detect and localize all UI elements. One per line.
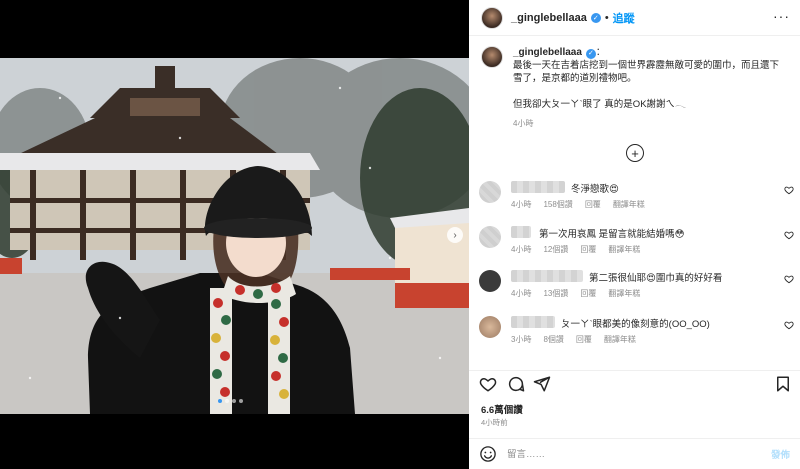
avatar[interactable] <box>481 6 503 29</box>
post-modal: › _ginglebellaaa ✓ • 追蹤 ··· _ginglebella… <box>0 0 800 469</box>
comment-likes[interactable]: 8個讚 <box>543 334 563 345</box>
carousel-dot <box>239 399 243 403</box>
heart-icon[interactable] <box>479 375 497 393</box>
reply-button[interactable]: 回覆 <box>576 334 592 345</box>
comment-text: 第二張很仙耶😍圍巾真的好好看 <box>589 273 723 284</box>
comment-avatar[interactable] <box>479 226 501 248</box>
comment-text: 冬淨戀歌😍 <box>571 184 619 195</box>
comment-avatar[interactable] <box>479 270 501 292</box>
caption-line: 雪了，是京都的道別禮物吧。 <box>513 73 637 84</box>
comment-text: 第一次用哀鳳 是留言就能結婚嗎😳 <box>539 229 685 240</box>
likes-count[interactable]: 6.6萬個讚 <box>481 402 523 416</box>
share-icon[interactable] <box>533 375 551 393</box>
plus-icon: + <box>631 145 639 161</box>
comment-username-redacted[interactable] <box>511 181 565 193</box>
comment-input[interactable] <box>507 448 771 460</box>
reply-button[interactable]: 回覆 <box>580 244 596 255</box>
reply-button[interactable]: 回覆 <box>585 199 601 210</box>
comment-text: ㄆ一ㄚˋ眼都美的像刻意的(OO_OO) <box>561 319 710 330</box>
comment-meta: 4小時 13個讚 回覆 翻譯年糕 <box>511 288 640 299</box>
comment-avatar[interactable] <box>479 316 501 338</box>
carousel-dot <box>225 399 229 403</box>
translate-button[interactable]: 翻譯年糕 <box>608 244 640 255</box>
comment-time: 4小時 <box>511 245 532 254</box>
translate-button[interactable]: 翻譯年糕 <box>613 199 645 210</box>
comment-meta: 4小時 158個讚 回覆 翻譯年糕 <box>511 199 645 210</box>
avatar[interactable] <box>481 46 503 68</box>
comment-likes[interactable]: 158個讚 <box>543 199 572 210</box>
comment-time: 3小時 <box>511 335 532 344</box>
reply-button[interactable]: 回覆 <box>580 288 596 299</box>
heart-icon[interactable] <box>784 185 794 195</box>
caption-colon: ： <box>595 47 606 58</box>
photo-illustration <box>0 58 469 414</box>
follow-button[interactable]: 追蹤 <box>613 10 635 26</box>
translate-button[interactable]: 翻譯年糕 <box>608 288 640 299</box>
comment-time: 4小時 <box>511 289 532 298</box>
heart-icon[interactable] <box>784 230 794 240</box>
comment-likes[interactable]: 13個讚 <box>543 288 568 299</box>
post-comment-button[interactable]: 發佈 <box>771 447 790 461</box>
posted-time: 4小時前 <box>481 418 508 427</box>
comment-meta: 3小時 8個讚 回覆 翻譯年糕 <box>511 334 636 345</box>
separator: • <box>604 11 609 24</box>
caption-line <box>513 85 791 98</box>
comment-time: 4小時 <box>511 200 532 209</box>
bookmark-icon[interactable] <box>774 375 792 393</box>
carousel-dot <box>232 399 236 403</box>
header-username[interactable]: _ginglebellaaa <box>511 12 587 24</box>
verified-badge-icon: ✓ <box>590 12 601 23</box>
comment-composer: 發佈 <box>469 438 800 469</box>
comment-meta: 4小時 12個讚 回覆 翻譯年糕 <box>511 244 640 255</box>
carousel-dots <box>218 399 243 403</box>
comment-avatar[interactable] <box>479 181 501 203</box>
caption: _ginglebellaaa ✓： 最後一天在吉着店挖到一個世界霹靂無敵可愛的圍巾… <box>481 46 791 130</box>
carousel-dot <box>218 399 222 403</box>
comment-username-redacted[interactable] <box>511 316 555 328</box>
verified-badge-icon: ✓ <box>585 48 596 59</box>
load-more-comments-button[interactable]: + <box>626 144 644 162</box>
post-actions <box>469 370 800 396</box>
caption-body: _ginglebellaaa ✓： 最後一天在吉着店挖到一個世界霹靂無敵可愛的圍巾… <box>513 46 791 130</box>
translate-button[interactable]: 翻譯年糕 <box>604 334 636 345</box>
post-photo[interactable] <box>0 58 469 414</box>
post-sidebar: _ginglebellaaa ✓ • 追蹤 ··· _ginglebellaaa… <box>469 0 800 469</box>
more-options-icon[interactable]: ··· <box>773 8 790 24</box>
caption-line: 但我卻大ㄆ一ㄚˋ眼了 真的是OK謝謝ㄟ𓂃 <box>513 99 687 110</box>
heart-icon[interactable] <box>784 320 794 330</box>
comment-username-redacted[interactable] <box>511 270 583 282</box>
heart-icon[interactable] <box>784 274 794 284</box>
post-header: _ginglebellaaa ✓ • 追蹤 ··· <box>469 0 800 36</box>
caption-time: 4小時 <box>513 119 534 128</box>
comment-username-redacted[interactable] <box>511 226 531 238</box>
caption-username[interactable]: _ginglebellaaa <box>513 47 582 58</box>
chevron-right-icon: › <box>453 229 457 241</box>
comment-icon[interactable] <box>507 375 525 393</box>
caption-line: 最後一天在吉着店挖到一個世界霹靂無敵可愛的圍巾，而且還下 <box>513 60 780 71</box>
comment-likes[interactable]: 12個讚 <box>543 244 568 255</box>
emoji-icon[interactable] <box>479 445 497 463</box>
next-photo-button[interactable]: › <box>447 227 463 243</box>
media-pane: › <box>0 0 469 469</box>
